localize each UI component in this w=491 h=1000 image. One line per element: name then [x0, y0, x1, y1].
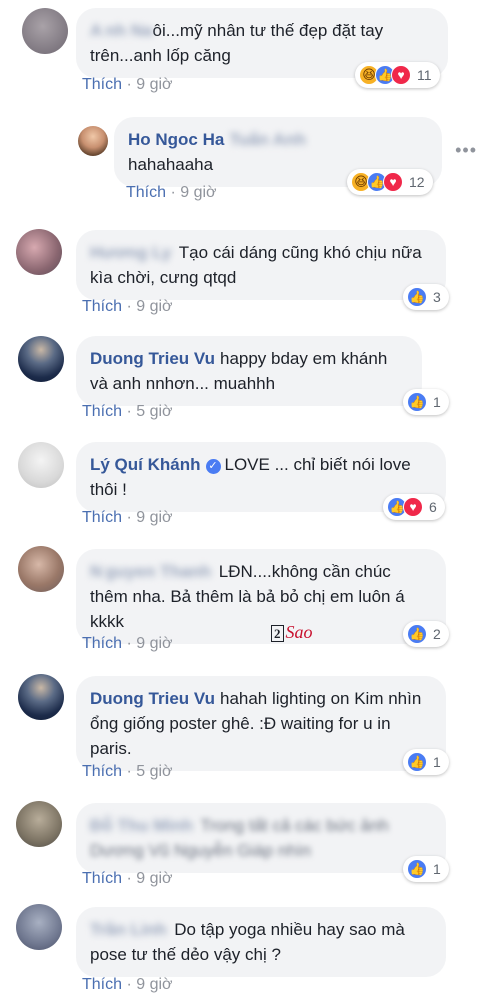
comment-bubble: Hương Ly Tạo cái dáng cũng khó chịu nữa …: [76, 230, 446, 300]
reaction-count: 2: [433, 626, 441, 642]
reaction-count: 3: [433, 289, 441, 305]
comment-bubble: Duong Trieu Vu hahah lighting on Kim nhìn…: [76, 676, 446, 771]
avatar[interactable]: [78, 126, 108, 156]
avatar[interactable]: [18, 674, 64, 720]
like-link[interactable]: Thích: [126, 184, 166, 201]
like-link[interactable]: Thích: [82, 976, 122, 993]
comment-meta: Thích · 9 giờ: [82, 635, 173, 652]
comment-bubble: Trần Linh Do tập yoga nhiều hay sao mà p…: [76, 907, 446, 977]
like-reaction-icon: 👍: [407, 287, 427, 307]
comment-meta: Thích · 9 giờ: [82, 870, 173, 887]
comment-meta: Thích · 5 giờ: [82, 763, 173, 780]
reaction-summary[interactable]: 👍 3: [403, 284, 449, 310]
comment-bubble: Nguyen Thanh LĐN....không cần chúc thêm …: [76, 549, 446, 644]
comment-author[interactable]: Duong Trieu Vu: [90, 689, 215, 708]
reaction-summary[interactable]: 👍 1: [403, 856, 449, 882]
comment-text: hahahaaha: [128, 155, 214, 174]
comment-author[interactable]: Lý Quí Khánh: [90, 455, 201, 474]
comment-meta: Thích · 5 giờ: [82, 403, 173, 420]
comment-meta: Thích · 9 giờ: [82, 76, 173, 93]
reaction-count: 1: [433, 394, 441, 410]
comment-meta: Thích · 9 giờ: [82, 509, 173, 526]
comment-meta: Thích · 9 giờ: [126, 184, 217, 201]
reaction-summary[interactable]: 😆 👍 ♥ 11: [355, 62, 440, 88]
love-reaction-icon: ♥: [403, 497, 423, 517]
comment-time[interactable]: 9 giờ: [136, 870, 172, 887]
avatar[interactable]: [18, 336, 64, 382]
like-link[interactable]: Thích: [82, 76, 122, 93]
reaction-count: 1: [433, 861, 441, 877]
comment-meta: Thích · 9 giờ: [82, 298, 173, 315]
like-reaction-icon: 👍: [407, 392, 427, 412]
like-reaction-icon: 👍: [407, 624, 427, 644]
reaction-count: 12: [409, 174, 425, 190]
love-reaction-icon: ♥: [383, 172, 403, 192]
comment-time[interactable]: 9 giờ: [136, 76, 172, 93]
verified-badge-icon: ✓: [205, 459, 221, 474]
like-link[interactable]: Thích: [82, 870, 122, 887]
like-link[interactable]: Thích: [82, 298, 122, 315]
comment-time[interactable]: 5 giờ: [136, 403, 172, 420]
more-options-icon[interactable]: •••: [455, 140, 477, 161]
like-link[interactable]: Thích: [82, 635, 122, 652]
watermark-logo: 2 Sao: [271, 622, 313, 643]
like-reaction-icon: 👍: [407, 859, 427, 879]
comment-author[interactable]: N: [90, 562, 102, 581]
reaction-summary[interactable]: 👍 1: [403, 749, 449, 775]
reaction-summary[interactable]: 👍 ♥ 6: [383, 494, 445, 520]
reaction-summary[interactable]: 👍 2: [403, 621, 449, 647]
avatar[interactable]: [16, 904, 62, 950]
comment-time[interactable]: 9 giờ: [136, 976, 172, 993]
avatar[interactable]: [16, 801, 62, 847]
avatar[interactable]: [22, 8, 68, 54]
comment-time[interactable]: 9 giờ: [136, 298, 172, 315]
comment-time[interactable]: 5 giờ: [136, 763, 172, 780]
reaction-count: 1: [433, 754, 441, 770]
comment-bubble: Đỗ Thu Minh Trong tất cả các bức ảnh Dươ…: [76, 803, 446, 873]
like-link[interactable]: Thích: [82, 763, 122, 780]
comment-author[interactable]: A: [90, 21, 102, 40]
reaction-summary[interactable]: 👍 1: [403, 389, 449, 415]
reaction-summary[interactable]: 😆 👍 ♥ 12: [347, 169, 433, 195]
comment-meta: Thích · 9 giờ: [82, 976, 173, 993]
like-reaction-icon: 👍: [407, 752, 427, 772]
reaction-count: 11: [417, 67, 432, 83]
comment-author[interactable]: Ho Ngoc Ha: [128, 130, 224, 149]
comment-time[interactable]: 9 giờ: [180, 184, 216, 201]
avatar[interactable]: [16, 229, 62, 275]
love-reaction-icon: ♥: [391, 65, 411, 85]
comment-time[interactable]: 9 giờ: [136, 635, 172, 652]
comment-time[interactable]: 9 giờ: [136, 509, 172, 526]
avatar[interactable]: [18, 546, 64, 592]
like-link[interactable]: Thích: [82, 403, 122, 420]
comment-bubble: Duong Trieu Vu happy bday em khánh và anh…: [76, 336, 422, 406]
comment-author[interactable]: Duong Trieu Vu: [90, 349, 215, 368]
like-link[interactable]: Thích: [82, 509, 122, 526]
reaction-count: 6: [429, 499, 437, 515]
avatar[interactable]: [18, 442, 64, 488]
